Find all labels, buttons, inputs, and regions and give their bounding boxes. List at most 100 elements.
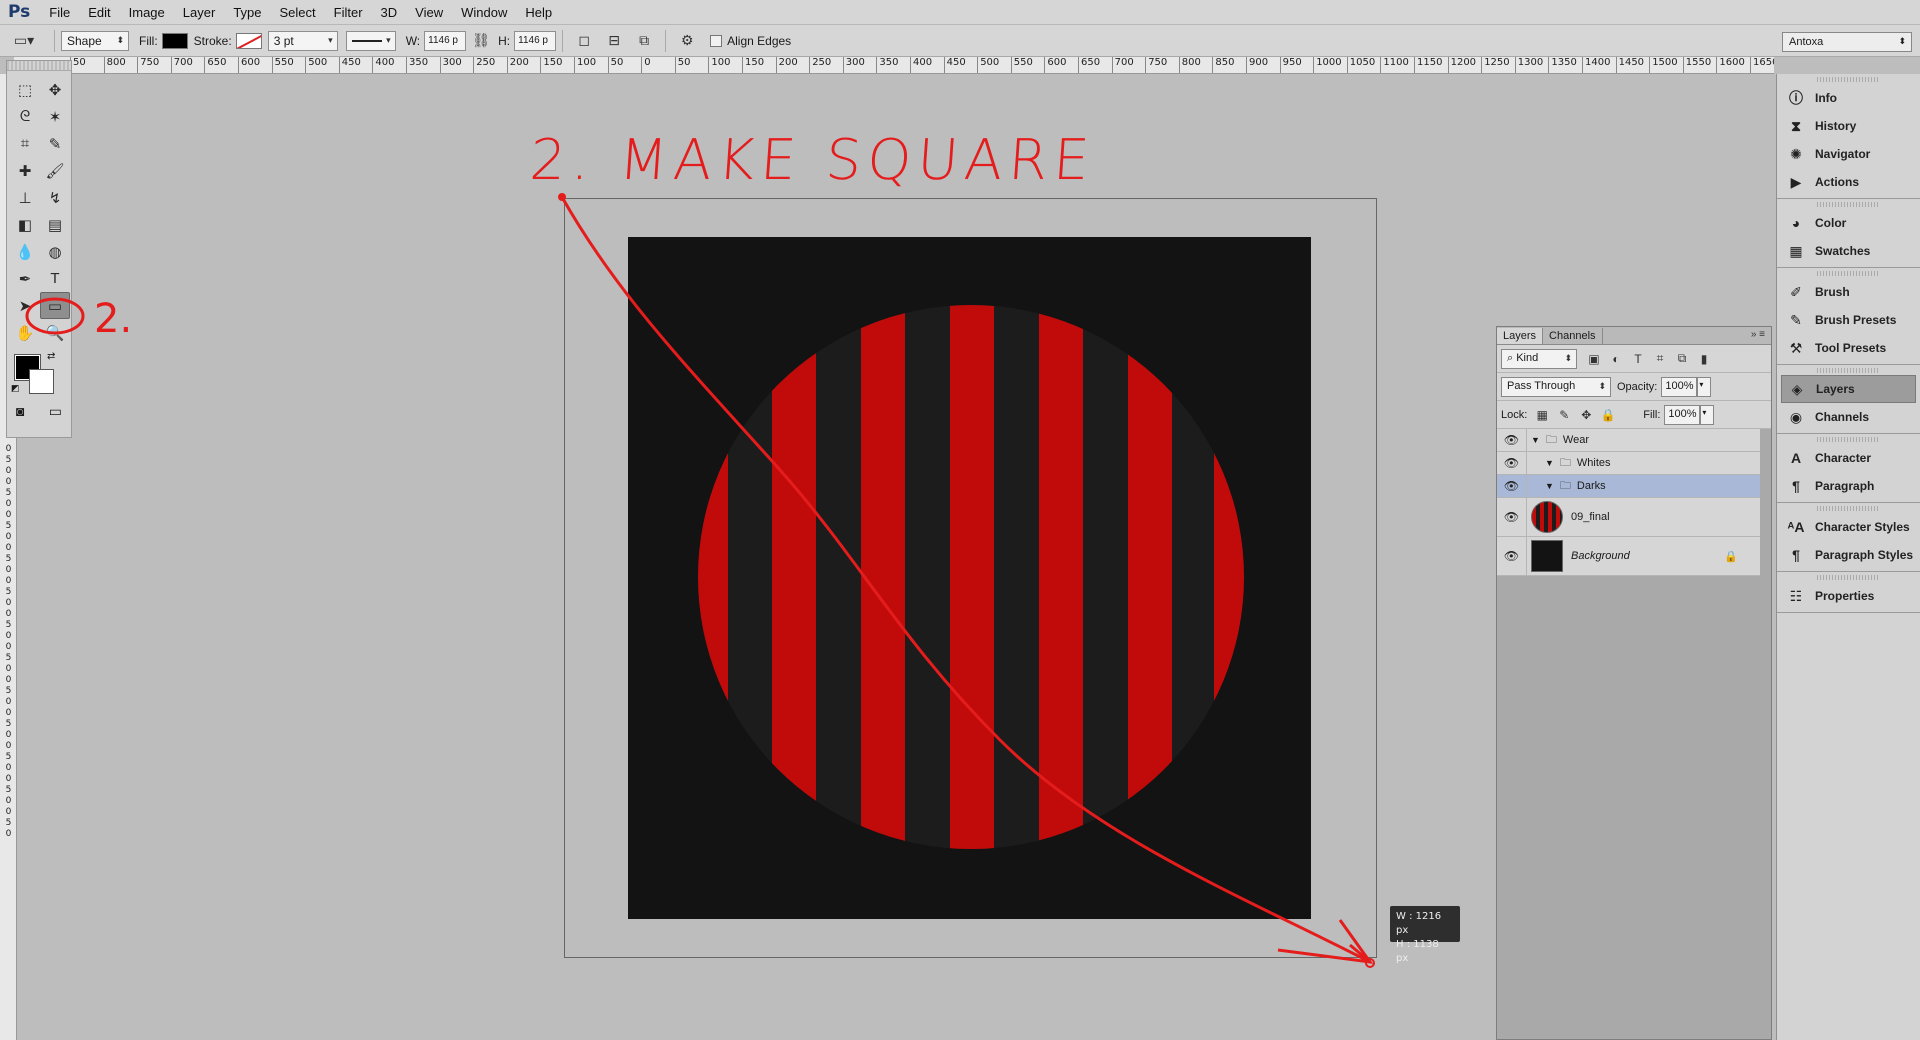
menu-view[interactable]: View: [406, 5, 452, 20]
zoom-tool-icon[interactable]: 🔍: [40, 319, 70, 346]
stroke-width-field[interactable]: 3 pt ▾: [267, 30, 338, 51]
tool-mode-select[interactable]: Shape ⬍: [61, 30, 129, 51]
menu-layer[interactable]: Layer: [174, 5, 225, 20]
path-selection-tool-icon[interactable]: ➤: [10, 292, 40, 319]
stroke-swatch[interactable]: [235, 32, 262, 49]
path-operations-icon[interactable]: ◻: [576, 32, 592, 49]
dock-item-brush-presets[interactable]: ✎ Brush Presets: [1777, 306, 1920, 334]
magic-wand-tool-icon[interactable]: ✶: [40, 103, 70, 130]
layer-row-wear[interactable]: 👁 ▼ 🗀 Wear: [1497, 429, 1760, 452]
layer-row-darks[interactable]: 👁 ▼ 🗀 Darks: [1497, 475, 1760, 498]
menu-type[interactable]: Type: [224, 5, 270, 20]
move-tool-icon[interactable]: ✥: [40, 76, 70, 103]
fill-field[interactable]: 100%: [1664, 404, 1701, 425]
dock-grip[interactable]: [1817, 202, 1880, 207]
align-edges-checkbox[interactable]: [710, 34, 723, 47]
screen-mode-icon[interactable]: ▭: [49, 403, 62, 420]
background-color-swatch[interactable]: [29, 369, 54, 394]
lock-all-icon[interactable]: 🔒: [1601, 408, 1616, 422]
dock-item-color[interactable]: ◕ Color: [1777, 209, 1920, 237]
clone-stamp-tool-icon[interactable]: ⊥: [10, 184, 40, 211]
dock-item-info[interactable]: ⓘ Info: [1777, 84, 1920, 112]
default-colors-icon[interactable]: ◩: [11, 383, 20, 394]
hand-tool-icon[interactable]: ✋: [10, 319, 40, 346]
crop-tool-icon[interactable]: ⌗: [10, 130, 40, 157]
history-brush-tool-icon[interactable]: ↯: [40, 184, 70, 211]
dock-grip[interactable]: [1817, 575, 1880, 580]
visibility-eye-icon[interactable]: 👁: [1497, 475, 1527, 497]
menu-edit[interactable]: Edit: [79, 5, 119, 20]
lock-transparent-icon[interactable]: ▦: [1535, 408, 1549, 422]
opacity-field[interactable]: 100%: [1661, 376, 1698, 397]
shape-filter-icon[interactable]: ⌗: [1653, 351, 1667, 366]
document-canvas[interactable]: [628, 237, 1311, 919]
expand-triangle-icon[interactable]: ▼: [1545, 481, 1554, 491]
pen-tool-icon[interactable]: ✒: [10, 265, 40, 292]
path-arrangement-icon[interactable]: ⧉: [636, 32, 652, 49]
eyedropper-tool-icon[interactable]: ✎: [40, 130, 70, 157]
gradient-tool-icon[interactable]: ▤: [40, 211, 70, 238]
dock-item-properties[interactable]: ☷ Properties: [1777, 582, 1920, 610]
width-field[interactable]: 1146 p: [424, 30, 467, 51]
visibility-eye-icon[interactable]: 👁: [1497, 429, 1527, 451]
dock-item-history[interactable]: ⧗ History: [1777, 112, 1920, 140]
opacity-dropdown[interactable]: ▾: [1697, 376, 1712, 397]
visibility-eye-icon[interactable]: 👁: [1497, 452, 1527, 474]
menu-window[interactable]: Window: [452, 5, 516, 20]
workspace-select[interactable]: Antoxa ⬍: [1782, 32, 1912, 52]
type-tool-icon[interactable]: T: [40, 265, 70, 292]
type-filter-icon[interactable]: T: [1631, 352, 1645, 366]
dock-item-channels[interactable]: ◉ Channels: [1777, 403, 1920, 431]
dodge-tool-icon[interactable]: ◍: [40, 238, 70, 265]
dock-item-swatches[interactable]: ▦ Swatches: [1777, 237, 1920, 265]
dock-item-brush[interactable]: ✐ Brush: [1777, 278, 1920, 306]
blend-mode-select[interactable]: Pass Through ⬍: [1501, 376, 1611, 397]
layer-row-whites[interactable]: 👁 ▼ 🗀 Whites: [1497, 452, 1760, 475]
filter-kind-select[interactable]: ⌕ Kind ⬍: [1501, 348, 1577, 369]
dock-grip[interactable]: [1817, 77, 1880, 82]
dock-item-navigator[interactable]: ✺ Navigator: [1777, 140, 1920, 168]
visibility-eye-icon[interactable]: 👁: [1497, 537, 1527, 575]
dock-item-character[interactable]: A Character: [1777, 444, 1920, 472]
fill-swatch[interactable]: [161, 32, 188, 49]
path-alignment-icon[interactable]: ⊟: [606, 32, 622, 49]
lock-image-icon[interactable]: ✎: [1557, 408, 1571, 422]
blur-tool-icon[interactable]: 💧: [10, 238, 40, 265]
menu-select[interactable]: Select: [271, 5, 325, 20]
dock-grip[interactable]: [1817, 271, 1880, 276]
tool-preset-picker-icon[interactable]: ▭▾: [7, 32, 41, 49]
visibility-eye-icon[interactable]: 👁: [1497, 498, 1527, 536]
expand-triangle-icon[interactable]: ▼: [1545, 458, 1554, 468]
healing-brush-tool-icon[interactable]: ✚: [10, 157, 40, 184]
menu-3d[interactable]: 3D: [372, 5, 407, 20]
height-field[interactable]: 1146 p: [514, 30, 557, 51]
quick-mask-icon[interactable]: ◙: [16, 403, 24, 420]
eraser-tool-icon[interactable]: ◧: [10, 211, 40, 238]
dock-grip[interactable]: [1817, 368, 1880, 373]
dock-item-tool-presets[interactable]: ⚒ Tool Presets: [1777, 334, 1920, 362]
dock-grip[interactable]: [1817, 506, 1880, 511]
dock-item-character-styles[interactable]: ᴬA Character Styles: [1777, 513, 1920, 541]
lock-position-icon[interactable]: ✥: [1579, 408, 1593, 422]
menu-image[interactable]: Image: [120, 5, 174, 20]
rectangle-tool-icon[interactable]: ▭: [40, 292, 70, 319]
smart-object-filter-icon[interactable]: ⧉: [1675, 351, 1689, 366]
dock-item-layers[interactable]: ◈ Layers: [1781, 375, 1916, 403]
menu-help[interactable]: Help: [516, 5, 561, 20]
tab-channels[interactable]: Channels: [1543, 328, 1603, 344]
marquee-tool-icon[interactable]: ⬚: [10, 76, 40, 103]
dock-item-actions[interactable]: ▶ Actions: [1777, 168, 1920, 196]
layer-row-09-final[interactable]: 👁 09_final: [1497, 498, 1760, 537]
adjustment-filter-icon[interactable]: ◐: [1609, 352, 1623, 366]
lasso-tool-icon[interactable]: ᘓ: [10, 103, 40, 130]
brush-tool-icon[interactable]: 🖌: [40, 157, 70, 184]
stroke-type-select[interactable]: ▾: [345, 30, 396, 51]
expand-triangle-icon[interactable]: ▼: [1531, 435, 1540, 445]
fill-dropdown[interactable]: ▾: [1700, 404, 1715, 425]
menu-file[interactable]: File: [40, 5, 79, 20]
menu-filter[interactable]: Filter: [325, 5, 372, 20]
layer-row-background[interactable]: 👁 Background 🔒: [1497, 537, 1760, 576]
dock-grip[interactable]: [1817, 437, 1880, 442]
swap-colors-icon[interactable]: ⇄: [47, 351, 55, 362]
filter-toggle-icon[interactable]: ▮: [1697, 352, 1711, 366]
